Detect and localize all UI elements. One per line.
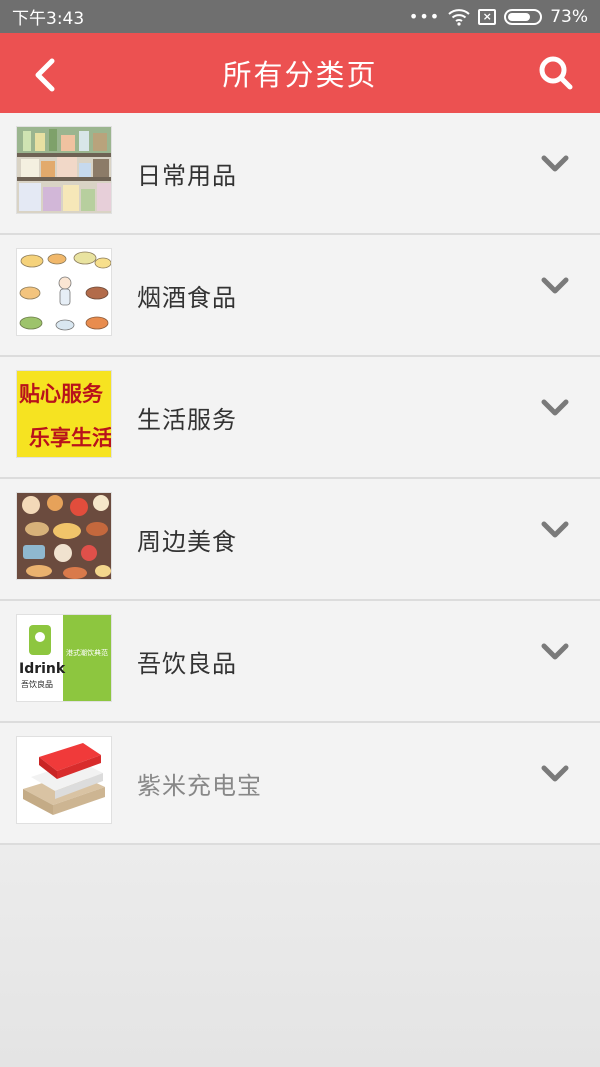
chevron-down-icon[interactable] xyxy=(540,397,570,419)
idrink-logo-sub: 吾饮良品 xyxy=(21,679,53,689)
chevron-down-icon[interactable] xyxy=(540,153,570,175)
idrink-logo-text: Idrink xyxy=(19,661,66,677)
category-label: 烟酒食品 xyxy=(137,284,237,312)
category-thumbnail-service-banner: 贴心服务 乐享生活 xyxy=(16,370,112,458)
battery-icon xyxy=(504,8,543,25)
category-item-nearby-food[interactable]: 周边美食 xyxy=(0,479,600,601)
banner-line-2: 乐享生活 xyxy=(29,425,112,450)
category-item-idrink[interactable]: Idrink 吾饮良品 港式潮饮典范 吾饮良品 xyxy=(0,601,600,723)
category-item-daily-goods[interactable]: 日常用品 xyxy=(0,113,600,235)
status-bar: 下午3:43 ••• × 73% xyxy=(0,0,600,33)
status-icons: ••• × 73% xyxy=(409,7,588,27)
chevron-down-icon[interactable] xyxy=(540,641,570,663)
category-item-life-services[interactable]: 贴心服务 乐享生活 生活服务 xyxy=(0,357,600,479)
category-item-tobacco-food[interactable]: 烟酒食品 xyxy=(0,235,600,357)
battery-percent: 73% xyxy=(550,6,588,27)
category-label: 紫米充电宝 xyxy=(137,772,262,800)
chevron-down-icon[interactable] xyxy=(540,763,570,785)
no-sim-icon: × xyxy=(478,8,497,25)
battery-level xyxy=(508,12,531,21)
more-dots-icon: ••• xyxy=(408,7,441,26)
banner-line-1: 贴心服务 xyxy=(19,381,104,406)
chevron-left-icon[interactable] xyxy=(26,55,66,95)
category-list: 日常用品 烟酒食品 贴心服务 乐享生活 生活服务 周边美食 Idrink 吾饮良… xyxy=(0,113,600,845)
category-item-power-bank[interactable]: 紫米充电宝 xyxy=(0,723,600,845)
app-header: 所有分类页 xyxy=(0,33,600,113)
page-title: 所有分类页 xyxy=(222,58,378,92)
category-thumbnail-power-bank xyxy=(16,736,112,824)
category-thumbnail-idrink-logo: Idrink 吾饮良品 港式潮饮典范 xyxy=(16,614,112,702)
status-time: 下午3:43 xyxy=(12,9,85,29)
chevron-down-icon[interactable] xyxy=(540,519,570,541)
category-label: 生活服务 xyxy=(137,406,237,434)
category-label: 日常用品 xyxy=(137,162,237,190)
category-thumbnail-food-illustration xyxy=(16,492,112,580)
category-thumbnail-food-sketch xyxy=(16,248,112,336)
wifi-icon xyxy=(448,8,470,26)
idrink-slogan: 港式潮饮典范 xyxy=(66,648,108,657)
chevron-down-icon[interactable] xyxy=(540,275,570,297)
category-label: 周边美食 xyxy=(137,528,237,556)
category-thumbnail-shelf-goods xyxy=(16,126,112,214)
empty-area xyxy=(0,845,600,1067)
search-icon[interactable] xyxy=(536,53,576,93)
category-label: 吾饮良品 xyxy=(137,650,237,678)
